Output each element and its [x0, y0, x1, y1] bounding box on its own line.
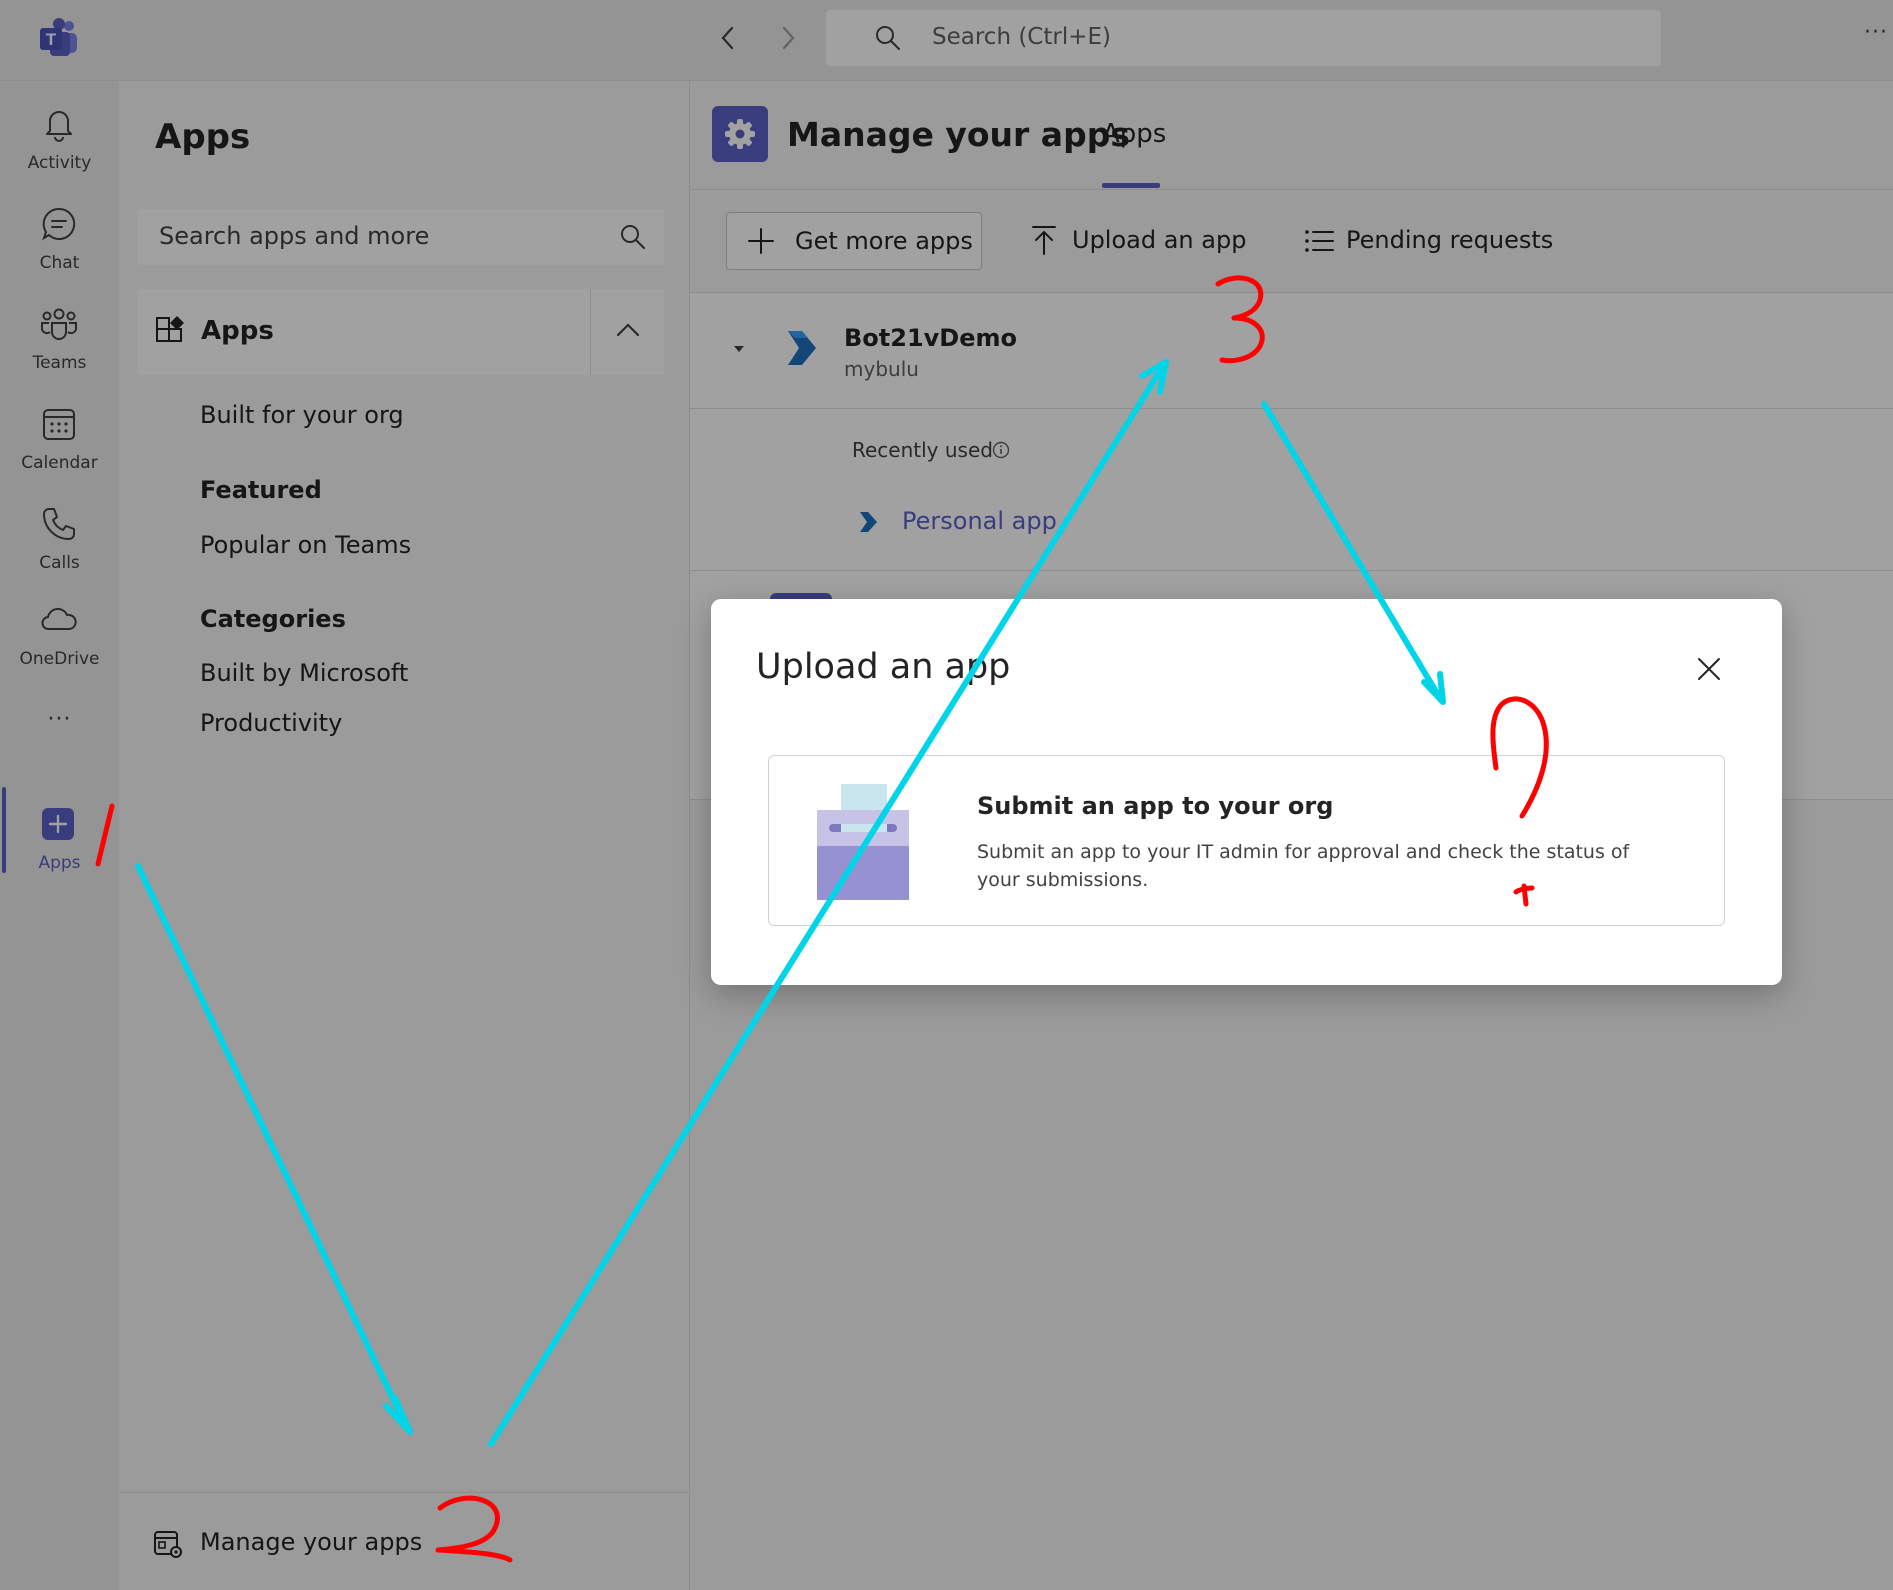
dialog-title: Upload an app	[756, 647, 1011, 687]
submit-card-title: Submit an app to your org	[977, 792, 1334, 820]
submission-box-icon	[817, 784, 909, 900]
submit-app-card[interactable]: Submit an app to your org Submit an app …	[768, 755, 1725, 926]
close-icon[interactable]	[1694, 654, 1724, 684]
upload-app-dialog: Upload an app Submit an app to your org …	[711, 599, 1782, 985]
submit-card-description: Submit an app to your IT admin for appro…	[977, 841, 1630, 891]
